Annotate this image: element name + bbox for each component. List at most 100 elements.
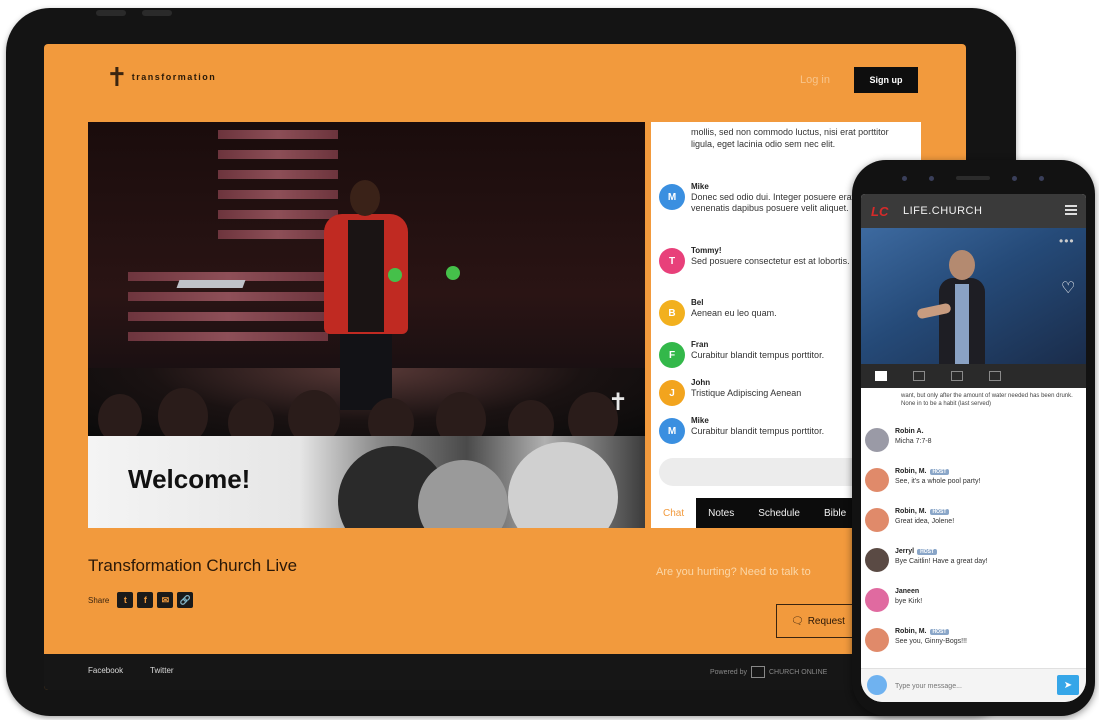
app-header: LC LIFE.CHURCH [861,194,1086,228]
tablet-volume-button [96,10,126,16]
chat-bubble-icon: 🗨 [791,615,804,627]
tab-schedule[interactable]: Schedule [746,498,812,528]
life-church-app: LC LIFE.CHURCH ••• ♡ want, but only afte… [861,194,1086,702]
devices-mockup: ✝ transformation Log in Sign up ✝ Welcom… [0,0,1099,720]
avatar: M [659,184,685,210]
chat-message: Janeen bye Kirk! [865,586,1080,622]
chat-message-text: Bye Caitlin! Have a great day! [895,558,988,565]
chat-user-name: Mike [691,416,709,425]
footer-link-twitter[interactable]: Twitter [150,666,174,675]
avatar: T [659,248,685,274]
church-logo[interactable]: ✝ transformation [106,64,216,90]
cross-icon: ✝ [608,389,629,416]
signup-button[interactable]: Sign up [854,67,918,93]
church-live-page: ✝ transformation Log in Sign up ✝ Welcom… [44,44,966,690]
speaker-grille [956,176,990,180]
chat-icon[interactable] [875,371,887,381]
chat-user-name: Robin, M. HOST [895,628,950,635]
stage-light-stripe [218,230,338,239]
chat-message: Jerryl HOST Bye Caitlin! Have a great day… [865,546,1080,582]
tab-notes[interactable]: Notes [696,498,746,528]
speaker-shirt [955,284,969,364]
twitter-icon[interactable]: t [117,592,134,608]
avatar [867,675,887,695]
host-badge: HOST [929,468,950,475]
link-icon[interactable]: 🔗 [177,592,194,608]
powered-by-name: CHURCH ONLINE [768,668,828,676]
prop-ball [446,266,460,280]
request-button-label: Request [807,615,845,627]
avatar: F [659,342,685,368]
tab-chat[interactable]: Chat [651,498,697,528]
footer-link-facebook[interactable]: Facebook [88,666,123,675]
site-footer: Facebook Twitter Powered by CHURCH ONLIN… [44,654,966,690]
chat-message-text: mollis, sed non commodo luctus, nisi era… [691,127,889,149]
chat-message: Robin A. Micha 7:7-8 [865,426,1080,462]
stage-light-stripe [128,312,328,321]
chat-message-text: See, it's a whole pool party! [895,478,981,485]
login-link[interactable]: Log in [800,74,830,86]
site-header: ✝ transformation Log in Sign up [44,44,966,122]
logo-text: transformation [131,72,217,82]
avatar [865,628,889,652]
chat-message-text: want, but only after the amount of water… [901,393,1073,407]
chat-message-text: Micha 7:7-8 [895,438,932,445]
stage-light-stripe [218,170,338,179]
chat-user-name: Robin, M. HOST [895,468,950,475]
avatar [865,588,889,612]
powered-by[interactable]: Powered by CHURCH ONLINE [710,666,827,678]
chat-user-name: John [691,378,711,387]
crowd-silhouette [98,394,142,436]
speaker-vest [348,220,384,332]
chat-user-name: Fran [691,340,709,349]
video-player[interactable]: ✝ [88,122,645,436]
avatar [865,508,889,532]
more-options-icon[interactable]: ••• [1059,234,1075,248]
message-input[interactable] [895,677,1045,695]
avatar [865,468,889,492]
stage-light-stripe [218,190,338,199]
chat-message: Robin, M. HOST See, it's a whole pool par… [865,466,1080,502]
chat-message-text: bye Kirk! [895,598,923,605]
chat-message-text: Great idea, Jolene! [895,518,955,525]
prayer-prompt: Are you hurting? Need to talk to [656,566,811,578]
avatar [865,548,889,572]
phone-device: LC LIFE.CHURCH ••• ♡ want, but only afte… [852,160,1095,716]
life-church-logo-icon[interactable]: LC [871,204,888,219]
stage-light-stripe [218,150,338,159]
host-badge: HOST [917,548,937,555]
welcome-text: Welcome! [128,464,251,494]
avatar: J [659,380,685,406]
app-toolbar [861,364,1086,388]
chat-user-name: Tommy! [691,246,722,255]
share-label: Share [88,595,110,605]
hamburger-menu-icon[interactable] [1065,205,1077,215]
chat-user-name: Mike [691,182,709,191]
chat-user-name: Bel [691,298,704,307]
crowd-silhouette [158,388,208,436]
cross-icon: ✝ [106,62,128,92]
avatar: B [659,300,685,326]
send-icon[interactable]: ➤ [1057,675,1079,695]
heart-icon[interactable]: ♡ [1061,278,1075,298]
stage-light-stripe [128,292,328,301]
phone-notch [902,172,1044,184]
email-icon[interactable]: ✉ [157,592,174,608]
camera-dot [1039,175,1044,181]
stage-light-stripe [128,332,328,341]
brand-name: LIFE.CHURCH [903,205,983,217]
bible-icon[interactable] [989,371,1001,381]
host-badge: HOST [929,628,950,635]
sensor-dot [1012,175,1017,181]
notes-icon[interactable] [913,371,925,381]
avatar: M [659,418,685,444]
avatar [865,428,889,452]
message-composer: ➤ [861,668,1086,702]
video-player[interactable]: ••• ♡ [861,228,1086,364]
speaker-head [350,180,380,216]
speaker-head [949,250,975,280]
powered-by-label: Powered by [710,668,747,676]
prayer-icon[interactable] [951,371,963,381]
chat-user-name: Jerryl HOST [895,548,937,555]
facebook-icon[interactable]: f [137,592,154,608]
